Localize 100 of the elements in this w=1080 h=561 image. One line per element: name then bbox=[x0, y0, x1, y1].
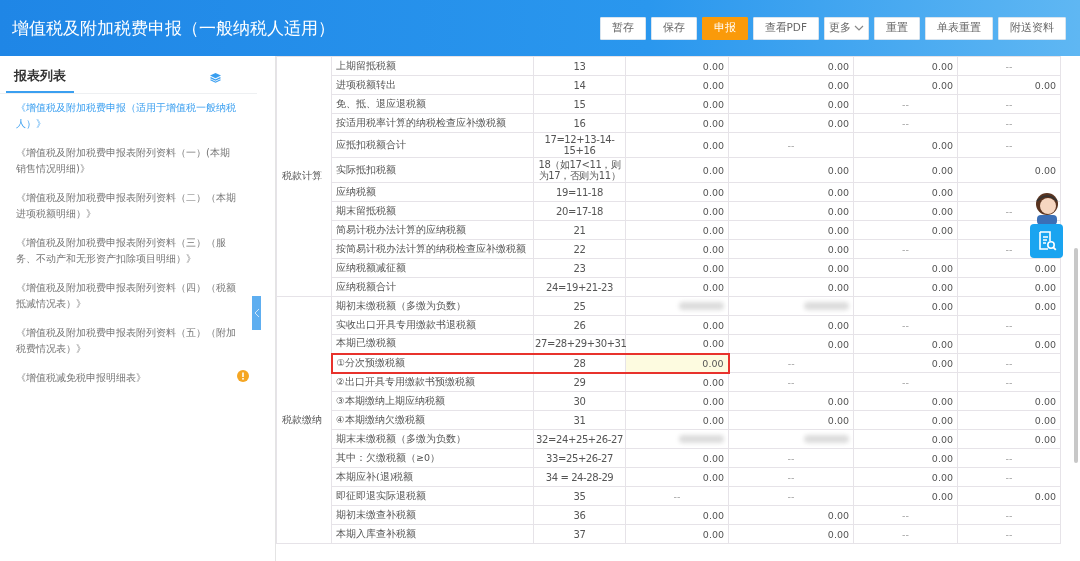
amount-cell[interactable]: 0.00 bbox=[853, 296, 958, 316]
sidebar-item[interactable]: 《增值税及附加税费申报表附列资料（一）(本期销售情况明细)》 bbox=[16, 145, 236, 177]
amount-cell[interactable]: 0.00 bbox=[625, 94, 729, 114]
amount-cell[interactable]: 0.00 bbox=[728, 524, 854, 544]
amount-cell[interactable]: 0.00 bbox=[853, 334, 958, 354]
amount-cell[interactable]: 0.00 bbox=[728, 220, 854, 240]
amount-cell[interactable]: 0.00 bbox=[625, 239, 729, 259]
amount-cell[interactable]: 0.00 bbox=[728, 258, 854, 278]
amount-cell[interactable]: 0.00 bbox=[728, 182, 854, 202]
amount-cell: -- bbox=[853, 239, 958, 259]
amount-cell[interactable]: 0.00 bbox=[957, 391, 1061, 411]
amount-cell[interactable]: 0.00 bbox=[853, 391, 958, 411]
amount-cell[interactable]: 0.00 bbox=[957, 296, 1061, 316]
item-cell: 免、抵、退应退税额 bbox=[331, 94, 534, 114]
amount-cell[interactable]: 0.00 bbox=[853, 201, 958, 221]
item-cell: 本期入库查补税额 bbox=[331, 524, 534, 544]
amount-cell[interactable]: 0.00 bbox=[728, 391, 854, 411]
line-number-cell: 18（如17<11，则为17，否则为11） bbox=[533, 157, 626, 183]
line-number-cell: 15 bbox=[533, 94, 626, 114]
amount-cell[interactable]: 0.00 bbox=[853, 220, 958, 240]
amount-cell[interactable]: 0.00 bbox=[625, 258, 729, 278]
sidebar-item[interactable]: 《增值税及附加税费申报表附列资料（五）（附加税费情况表）》 bbox=[16, 325, 236, 357]
amount-cell[interactable]: 0.00 bbox=[728, 239, 854, 259]
amount-cell[interactable]: 0.00 bbox=[728, 277, 854, 297]
amount-cell[interactable]: 0.00 bbox=[625, 315, 729, 335]
amount-cell[interactable]: 0.00 bbox=[625, 391, 729, 411]
item-cell: 期末未缴税额（多缴为负数） bbox=[331, 429, 534, 449]
sidebar-item[interactable]: 《增值税及附加税费申报表附列资料（二）（本期进项税额明细）》 bbox=[16, 190, 236, 222]
amount-cell[interactable]: 0.00 bbox=[625, 467, 729, 487]
amount-cell[interactable]: 0.00 bbox=[957, 429, 1061, 449]
amount-cell[interactable]: 0.00 bbox=[728, 113, 854, 133]
window-title: 增值税及附加税费申报（一般纳税人适用） bbox=[12, 16, 335, 40]
toolbar-button[interactable]: 保存 bbox=[650, 16, 697, 40]
amount-cell[interactable]: 0.00 bbox=[625, 132, 729, 158]
layers-icon[interactable] bbox=[209, 71, 222, 84]
amount-cell[interactable]: 0.00 bbox=[625, 201, 729, 221]
amount-cell[interactable]: 0.00 bbox=[728, 334, 854, 354]
toolbar-button[interactable]: 查看PDF bbox=[752, 16, 819, 40]
amount-cell[interactable]: 0.00 bbox=[853, 56, 958, 76]
amount-cell[interactable]: 0.00 bbox=[853, 448, 958, 468]
amount-cell: -- bbox=[728, 448, 854, 468]
item-cell: 进项税额转出 bbox=[331, 75, 534, 95]
amount-cell[interactable]: 0.00 bbox=[728, 201, 854, 221]
sidebar-item[interactable]: 《增值税减免税申报明细表》 bbox=[16, 370, 233, 386]
amount-cell[interactable]: 0.00 bbox=[728, 94, 854, 114]
amount-cell[interactable]: 0.00 bbox=[728, 315, 854, 335]
line-number-cell: 34 = 24-28-29 bbox=[533, 467, 626, 487]
amount-cell[interactable]: 0.00 bbox=[625, 372, 729, 392]
amount-cell[interactable]: 0.00 bbox=[625, 410, 729, 430]
amount-cell: -- bbox=[957, 113, 1061, 133]
amount-cell[interactable]: 0.00 bbox=[957, 75, 1061, 95]
amount-cell[interactable]: 0.00 bbox=[957, 334, 1061, 354]
amount-cell[interactable]: 0.00 bbox=[957, 277, 1061, 297]
toolbar-button[interactable]: 暂存 bbox=[599, 16, 646, 40]
amount-cell[interactable]: 0.00 bbox=[853, 182, 958, 202]
line-number-cell: 32=24+25+26-27 bbox=[533, 429, 626, 449]
amount-cell[interactable]: 0.00 bbox=[728, 157, 854, 183]
amount-cell[interactable]: 0.00 bbox=[625, 220, 729, 240]
item-cell: 期初未缴税额（多缴为负数） bbox=[331, 296, 534, 316]
amount-cell[interactable]: 0.00 bbox=[625, 505, 729, 525]
amount-cell[interactable]: 0.00 bbox=[625, 113, 729, 133]
amount-cell[interactable]: 0.00 bbox=[853, 467, 958, 487]
amount-cell[interactable]: 0.00 bbox=[853, 258, 958, 278]
amount-cell[interactable]: 0.00 bbox=[625, 75, 729, 95]
amount-cell[interactable]: 0.00 bbox=[853, 277, 958, 297]
amount-cell[interactable]: 0.00 bbox=[853, 75, 958, 95]
line-number-cell: 33=25+26-27 bbox=[533, 448, 626, 468]
amount-cell[interactable]: 0.00 bbox=[853, 429, 958, 449]
toolbar-button[interactable]: 重置 bbox=[874, 16, 920, 40]
amount-cell[interactable]: 0.00 bbox=[625, 448, 729, 468]
sidebar-item[interactable]: 《增值税及附加税费申报表附列资料（三）（服务、不动产和无形资产扣除项目明细）》 bbox=[16, 235, 236, 267]
scrollbar[interactable] bbox=[1074, 248, 1078, 463]
item-cell: 即征即退实际退税额 bbox=[331, 486, 534, 506]
collapse-handle[interactable] bbox=[252, 296, 261, 330]
amount-cell[interactable]: 0.00 bbox=[728, 75, 854, 95]
amount-cell[interactable]: 0.00 bbox=[853, 132, 958, 158]
sidebar-item[interactable]: 《增值税及附加税费申报表附列资料（四）（税额抵减情况表）》 bbox=[16, 280, 236, 312]
amount-cell[interactable]: 0.00 bbox=[957, 486, 1061, 506]
amount-cell[interactable]: 0.00 bbox=[625, 56, 729, 76]
amount-cell[interactable]: 0.00 bbox=[625, 277, 729, 297]
item-cell: 期初未缴查补税额 bbox=[331, 505, 534, 525]
amount-cell[interactable]: 0.00 bbox=[625, 353, 729, 373]
amount-cell[interactable]: 0.00 bbox=[728, 410, 854, 430]
amount-cell[interactable]: 0.00 bbox=[625, 182, 729, 202]
amount-cell: -- bbox=[853, 372, 958, 392]
more-dropdown[interactable]: 更多 bbox=[824, 16, 869, 40]
amount-cell[interactable]: 0.00 bbox=[728, 56, 854, 76]
amount-cell[interactable]: 0.00 bbox=[853, 410, 958, 430]
amount-cell[interactable]: 0.00 bbox=[853, 157, 958, 183]
amount-cell[interactable]: 0.00 bbox=[625, 524, 729, 544]
amount-cell: -- bbox=[728, 353, 854, 373]
amount-cell[interactable]: 0.00 bbox=[853, 353, 958, 373]
toolbar-button[interactable]: 附送资料 bbox=[998, 16, 1066, 40]
amount-cell[interactable]: 0.00 bbox=[957, 410, 1061, 430]
toolbar-button[interactable]: 单表重置 bbox=[925, 16, 993, 40]
item-cell: 其中：欠缴税额（≥0） bbox=[331, 448, 534, 468]
amount-cell[interactable]: 0.00 bbox=[625, 157, 729, 183]
amount-cell[interactable]: 0.00 bbox=[853, 486, 958, 506]
amount-cell[interactable]: 0.00 bbox=[957, 157, 1061, 183]
amount-cell[interactable]: 0.00 bbox=[728, 505, 854, 525]
